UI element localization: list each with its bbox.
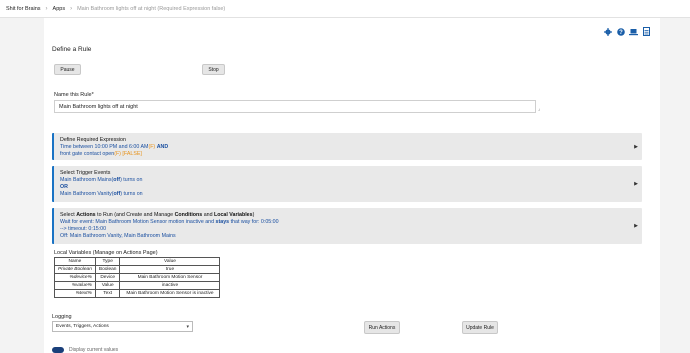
- local-variables-table: Name Type Value Private Boolean Boolean …: [54, 257, 221, 298]
- run-actions-button[interactable]: Run Actions: [364, 321, 400, 334]
- left-gutter: [0, 18, 44, 353]
- breadcrumb-hub[interactable]: Shit for Brains: [6, 6, 41, 12]
- table-row: %text% Text Main Bathroom Motion Sensor …: [54, 289, 221, 298]
- table-header-row: Name Type Value: [54, 257, 221, 266]
- logging-label: Logging: [52, 314, 72, 320]
- toggle-switch[interactable]: [52, 346, 64, 353]
- variable-type: Boolean: [94, 265, 121, 274]
- column-header: Value: [119, 257, 221, 266]
- breadcrumb-current: Main Bathroom lights off at night (Requi…: [77, 5, 226, 12]
- breadcrumb-separator: ›: [45, 5, 48, 12]
- required-expression-section[interactable]: Define Required Expression Time between …: [52, 133, 642, 160]
- update-rule-button[interactable]: Update Rule: [462, 321, 498, 334]
- logging-selected-value: Events, Triggers, Actions: [56, 324, 109, 329]
- trigger-events-section[interactable]: Select Trigger Events Main Bathroom Main…: [52, 166, 642, 202]
- variable-value: true: [119, 265, 221, 274]
- required-expression-heading: Define Required Expression: [60, 137, 126, 143]
- trigger-events-heading: Select Trigger Events: [60, 170, 111, 176]
- display-values-label: Display current values: [69, 346, 119, 353]
- required-expression-line1: Time between 10:00 PM and 6:00 AM(F) AND: [60, 144, 169, 150]
- stop-button[interactable]: Stop: [202, 64, 225, 75]
- table-row: %value% Value inactive: [54, 281, 221, 290]
- variable-name: %text%: [54, 289, 96, 298]
- required-expression-line2: front gate contact open(F) [FALSE]: [60, 151, 142, 157]
- rule-name-input[interactable]: Main Bathroom lights off at night: [54, 100, 536, 113]
- expand-arrow-icon[interactable]: ▶: [634, 223, 638, 230]
- rule-name-label: Name this Rule*: [54, 92, 94, 98]
- variable-value: Main Bathroom Motion Sensor: [119, 273, 221, 282]
- action-line-1: Wait for event: Main Bathroom Motion Sen…: [60, 219, 279, 225]
- resize-handle-icon[interactable]: ⌟: [538, 106, 540, 112]
- svg-text:?: ?: [619, 30, 623, 36]
- local-variables-title: Local Variables (Manage on Actions Page): [54, 250, 158, 256]
- manage-actions-link[interactable]: (Manage on Actions Page): [93, 250, 158, 256]
- expand-arrow-icon[interactable]: ▶: [634, 181, 638, 188]
- variable-value: inactive: [119, 281, 221, 290]
- variable-type: Value: [94, 281, 121, 290]
- logging-select[interactable]: Events, Triggers, Actions ▾: [52, 321, 193, 332]
- top-breadcrumb-bar: Shit for Brains › Apps › Main Bathroom l…: [0, 0, 690, 18]
- action-line-2: --> timeout: 0:15:00: [60, 226, 107, 232]
- trigger-event-1: Main Bathroom Mains(off) turns on: [60, 177, 143, 183]
- help-icon[interactable]: ?: [616, 27, 625, 36]
- gear-icon[interactable]: [603, 27, 612, 36]
- document-icon[interactable]: [642, 27, 651, 36]
- variable-value: Main Bathroom Motion Sensor is inactive: [119, 289, 221, 298]
- right-gutter: [660, 18, 690, 353]
- display-values-toggle-row: Display current values: [52, 346, 118, 353]
- toolbar-icons: ?: [603, 27, 651, 36]
- chevron-down-icon: ▾: [186, 324, 189, 330]
- variable-type: Text: [94, 289, 121, 298]
- trigger-or: OR: [60, 184, 68, 190]
- breadcrumb-apps[interactable]: Apps: [53, 6, 66, 12]
- pause-button[interactable]: Pause: [54, 64, 81, 75]
- column-header: Name: [54, 257, 96, 266]
- variable-name: %value%: [54, 281, 96, 290]
- laptop-icon[interactable]: [629, 27, 638, 36]
- action-line-3: Off: Main Bathroom Vanity, Main Bathroom…: [60, 233, 176, 239]
- actions-heading: Select Actions to Run (and Create and Ma…: [60, 212, 255, 218]
- variable-type: Device: [94, 273, 121, 282]
- expand-arrow-icon[interactable]: ▶: [634, 144, 638, 151]
- variable-name: Private Boolean: [54, 265, 96, 274]
- table-row: Private Boolean Boolean true: [54, 265, 221, 274]
- trigger-event-2: Main Bathroom Vanity(off) turns on: [60, 191, 143, 197]
- breadcrumb-separator: ›: [70, 5, 73, 12]
- page-title: Define a Rule: [52, 46, 92, 53]
- actions-section[interactable]: Select Actions to Run (and Create and Ma…: [52, 208, 642, 244]
- variable-name: %device%: [54, 273, 96, 282]
- column-header: Type: [94, 257, 121, 266]
- table-row: %device% Device Main Bathroom Motion Sen…: [54, 273, 221, 282]
